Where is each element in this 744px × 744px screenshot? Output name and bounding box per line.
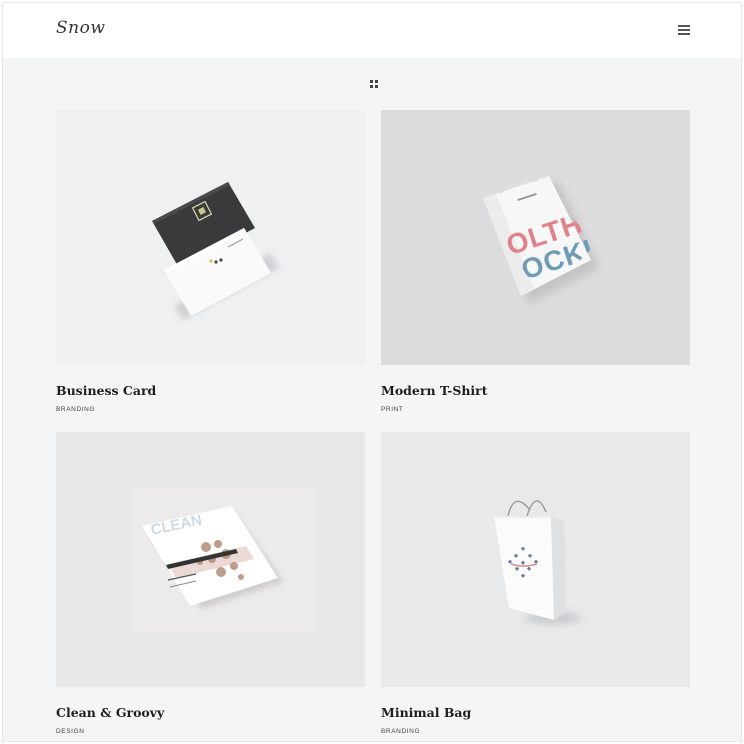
portfolio-item-title[interactable]: Modern T-Shirt [381, 383, 690, 398]
portfolio-item-title[interactable]: Minimal Bag [381, 705, 690, 720]
magazine-mockup-image[interactable]: CLEAN [56, 432, 365, 687]
portfolio-item-minimal-bag[interactable]: Minimal Bag BRANDING [381, 432, 690, 742]
site-logo[interactable]: Snow [56, 18, 105, 38]
hamburger-icon[interactable] [678, 25, 690, 36]
portfolio-item-category[interactable]: DESIGN [56, 728, 85, 735]
portfolio-item-category[interactable]: PRINT [381, 406, 404, 413]
shopping-bag-mockup-image[interactable] [381, 432, 690, 687]
t-shirt-illustration: OLTHIN IOCKUP [483, 176, 608, 304]
top-navigation-bar: Snow [3, 3, 741, 58]
portfolio-item-clean-groovy[interactable]: CLEAN Clean & Groovy DESIGN [56, 432, 365, 742]
page-frame: Snow Business Card BRANDING OLTHIN IOCKU… [2, 2, 742, 742]
t-shirt-mockup-image[interactable]: OLTHIN IOCKUP [381, 110, 690, 365]
grid-icon[interactable] [370, 80, 379, 89]
portfolio-item-category[interactable]: BRANDING [56, 406, 95, 413]
portfolio-item-business-card[interactable]: Business Card BRANDING [56, 110, 365, 420]
portfolio-item-category[interactable]: BRANDING [381, 728, 420, 735]
business-card-mockup-image[interactable] [56, 110, 365, 365]
business-card-illustration [152, 182, 279, 320]
magazine-illustration: CLEAN [131, 490, 317, 630]
portfolio-item-title[interactable]: Business Card [56, 383, 365, 398]
portfolio-item-title[interactable]: Clean & Groovy [56, 705, 365, 720]
portfolio-item-modern-tshirt[interactable]: OLTHIN IOCKUP Modern T-Shirt PRINT [381, 110, 690, 420]
shopping-bag-illustration [494, 500, 581, 624]
